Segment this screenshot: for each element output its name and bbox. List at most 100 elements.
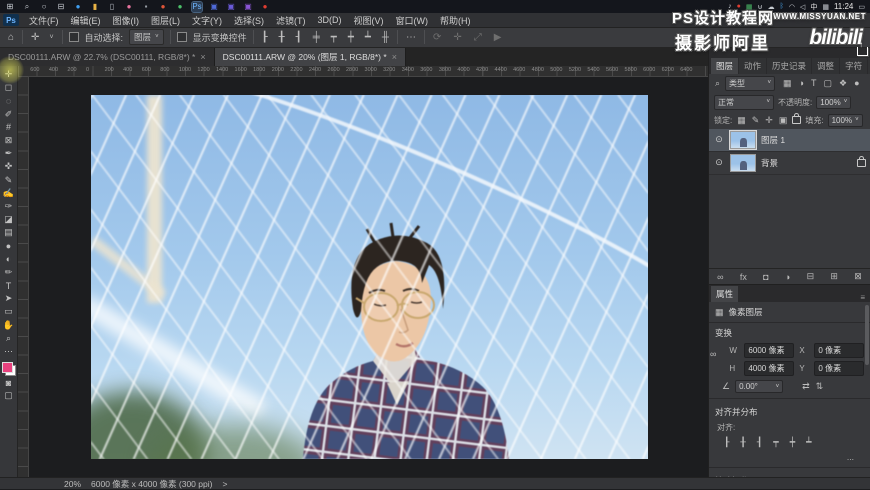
document-tab[interactable]: DSC00111.ARW @ 20% (图层 1, RGB/8*) * × (214, 48, 406, 66)
move-tool-icon[interactable]: ✛ (29, 32, 41, 43)
lasso-tool[interactable]: ◌ (1, 94, 17, 107)
blend-mode-dropdown[interactable]: 正常 ˅ (714, 94, 774, 110)
lock-transparent-icon[interactable]: ▦ (736, 115, 747, 126)
eyedropper-tool[interactable]: ✒ (1, 147, 17, 160)
menu-item[interactable]: 图层(L) (145, 13, 186, 27)
tab-adjustments[interactable]: 调整 (812, 57, 840, 74)
align-bottom-icon[interactable]: ┷ (363, 32, 373, 43)
shape-tool[interactable]: ▭ (1, 305, 17, 318)
hand-tool[interactable]: ✋ (1, 319, 17, 332)
flip-horizontal-icon[interactable]: ⇄ (801, 381, 811, 392)
color-swatches[interactable] (1, 362, 16, 377)
layer-style-icon[interactable]: fx (740, 272, 747, 282)
pen-tool[interactable]: ✏ (1, 266, 17, 279)
visibility-eye-icon[interactable]: ⊙ (713, 134, 725, 145)
x-field[interactable]: 0 像素 (814, 343, 865, 358)
menu-item[interactable]: 文字(Y) (186, 13, 228, 27)
app-gray-icon[interactable]: ▪ (141, 2, 151, 12)
quick-mask-icon[interactable]: ◙ (1, 376, 17, 389)
align-right-icon[interactable]: ┨ (756, 437, 763, 448)
align-left-icon[interactable]: ┠ (723, 437, 730, 448)
frame-tool[interactable]: ⊠ (1, 134, 17, 147)
opacity-dropdown[interactable]: 100% ˅ (816, 95, 852, 109)
tab-layers[interactable]: 图层 (711, 57, 739, 74)
crop-tool[interactable]: # (1, 121, 17, 134)
show-transform-checkbox[interactable] (176, 32, 187, 42)
auto-select-dropdown[interactable]: 图层 ˅ (129, 29, 164, 45)
search-icon[interactable]: ⌕ (22, 2, 32, 12)
new-layer-icon[interactable]: ⊞ (830, 271, 838, 282)
align-center-h-icon[interactable]: ╂ (277, 32, 287, 43)
path-selection-tool[interactable]: ➤ (1, 292, 17, 305)
edge-browser-icon[interactable]: ● (73, 2, 83, 12)
dodge-tool[interactable]: ◐ (1, 253, 17, 266)
panel-menu-icon[interactable]: ≡ (857, 293, 868, 302)
orbit-3d-icon[interactable]: ⟳ (431, 32, 443, 43)
eraser-tool[interactable]: ◪ (1, 213, 17, 226)
start-icon[interactable]: ⊞ (5, 2, 15, 12)
healing-brush-tool[interactable]: ✜ (1, 160, 17, 173)
lock-all-icon[interactable] (792, 113, 802, 125)
home-icon[interactable]: ⌂ (6, 32, 16, 43)
align-top-icon[interactable]: ┯ (329, 32, 339, 43)
lock-position-icon[interactable]: ✛ (764, 115, 774, 126)
tab-history[interactable]: 历史记录 (767, 57, 812, 74)
tab-character[interactable]: 字符 (840, 57, 868, 74)
scrollbar[interactable] (865, 305, 869, 365)
app-violet-icon[interactable]: ▣ (243, 2, 253, 12)
close-tab-icon[interactable]: × (392, 52, 397, 62)
menu-item[interactable]: 滤镜(T) (270, 13, 312, 27)
align-top-icon[interactable]: ┯ (772, 437, 779, 448)
align-middle-icon[interactable]: ┿ (346, 32, 356, 43)
smart-object-filter-icon[interactable]: ❖ (838, 78, 848, 89)
layer-thumbnail[interactable] (729, 129, 757, 150)
adjustment-filter-icon[interactable]: ◑ (798, 78, 805, 89)
clone-stamp-tool[interactable]: ✍ (1, 187, 17, 200)
pan-3d-icon[interactable]: ⤢ (472, 32, 484, 43)
blur-tool[interactable]: ● (1, 239, 17, 252)
menu-item[interactable]: 3D(D) (312, 13, 348, 27)
pixel-filter-icon[interactable]: ▦ (782, 78, 793, 89)
brush-tool[interactable]: ✎ (1, 174, 17, 187)
photo-document[interactable] (91, 95, 648, 459)
document-tab[interactable]: DSC00111.ARW @ 22.7% (DSC00111, RGB/8*) … (0, 48, 215, 66)
status-chevron-icon[interactable]: > (222, 479, 227, 489)
delete-layer-icon[interactable]: ⊠ (854, 271, 862, 282)
menu-item[interactable]: 窗口(W) (390, 13, 435, 27)
align-more-button[interactable]: ... (847, 452, 854, 462)
recorder-icon[interactable]: ● (260, 2, 270, 12)
more-options-icon[interactable]: ⋯ (404, 32, 418, 43)
quick-selection-tool[interactable]: ✐ (1, 108, 17, 121)
layer-row-layer1[interactable]: ⊙ 图层 1 (709, 128, 870, 152)
close-tab-icon[interactable]: × (200, 52, 205, 62)
lock-artboard-icon[interactable]: ▣ (778, 115, 789, 126)
y-field[interactable]: 0 像素 (814, 361, 865, 376)
menu-item[interactable]: 选择(S) (228, 13, 270, 27)
menu-item[interactable]: 帮助(H) (434, 13, 477, 27)
screen-mode-icon[interactable]: ▢ (1, 389, 17, 402)
shape-filter-icon[interactable]: ▢ (823, 78, 834, 89)
fill-dropdown[interactable]: 100% ˅ (827, 113, 863, 127)
align-center-h-icon[interactable]: ╂ (739, 437, 746, 448)
menu-item[interactable]: 图像(I) (107, 13, 146, 27)
layer-name[interactable]: 背景 (761, 157, 778, 169)
chat-icon[interactable]: ▭ (858, 3, 865, 11)
lock-pixels-icon[interactable]: ✎ (751, 115, 761, 126)
distribute-v-icon[interactable]: ╫ (380, 32, 391, 43)
align-middle-icon[interactable]: ┿ (789, 437, 796, 448)
type-filter-icon[interactable]: T (810, 78, 818, 89)
visibility-eye-icon[interactable]: ⊙ (713, 157, 725, 168)
cortana-icon[interactable]: ○ (39, 2, 49, 12)
task-view-icon[interactable]: ⊟ (56, 2, 66, 12)
distribute-h-icon[interactable]: ╪ (311, 32, 322, 43)
tab-actions[interactable]: 动作 (739, 57, 767, 74)
chevron-down-icon[interactable]: ˅ (47, 34, 55, 41)
layer-group-icon[interactable]: ⊟ (807, 271, 815, 282)
menu-item[interactable]: 编辑(E) (65, 13, 107, 27)
link-dimensions-icon[interactable]: ∞ (709, 341, 717, 378)
zoom-level-field[interactable]: 20% (64, 479, 81, 489)
foreground-color-swatch[interactable] (1, 362, 13, 374)
angle-field[interactable]: 0.00° ˅ (735, 380, 784, 393)
menu-item[interactable]: 视图(V) (348, 13, 390, 27)
store-icon[interactable]: ▯ (107, 2, 117, 12)
